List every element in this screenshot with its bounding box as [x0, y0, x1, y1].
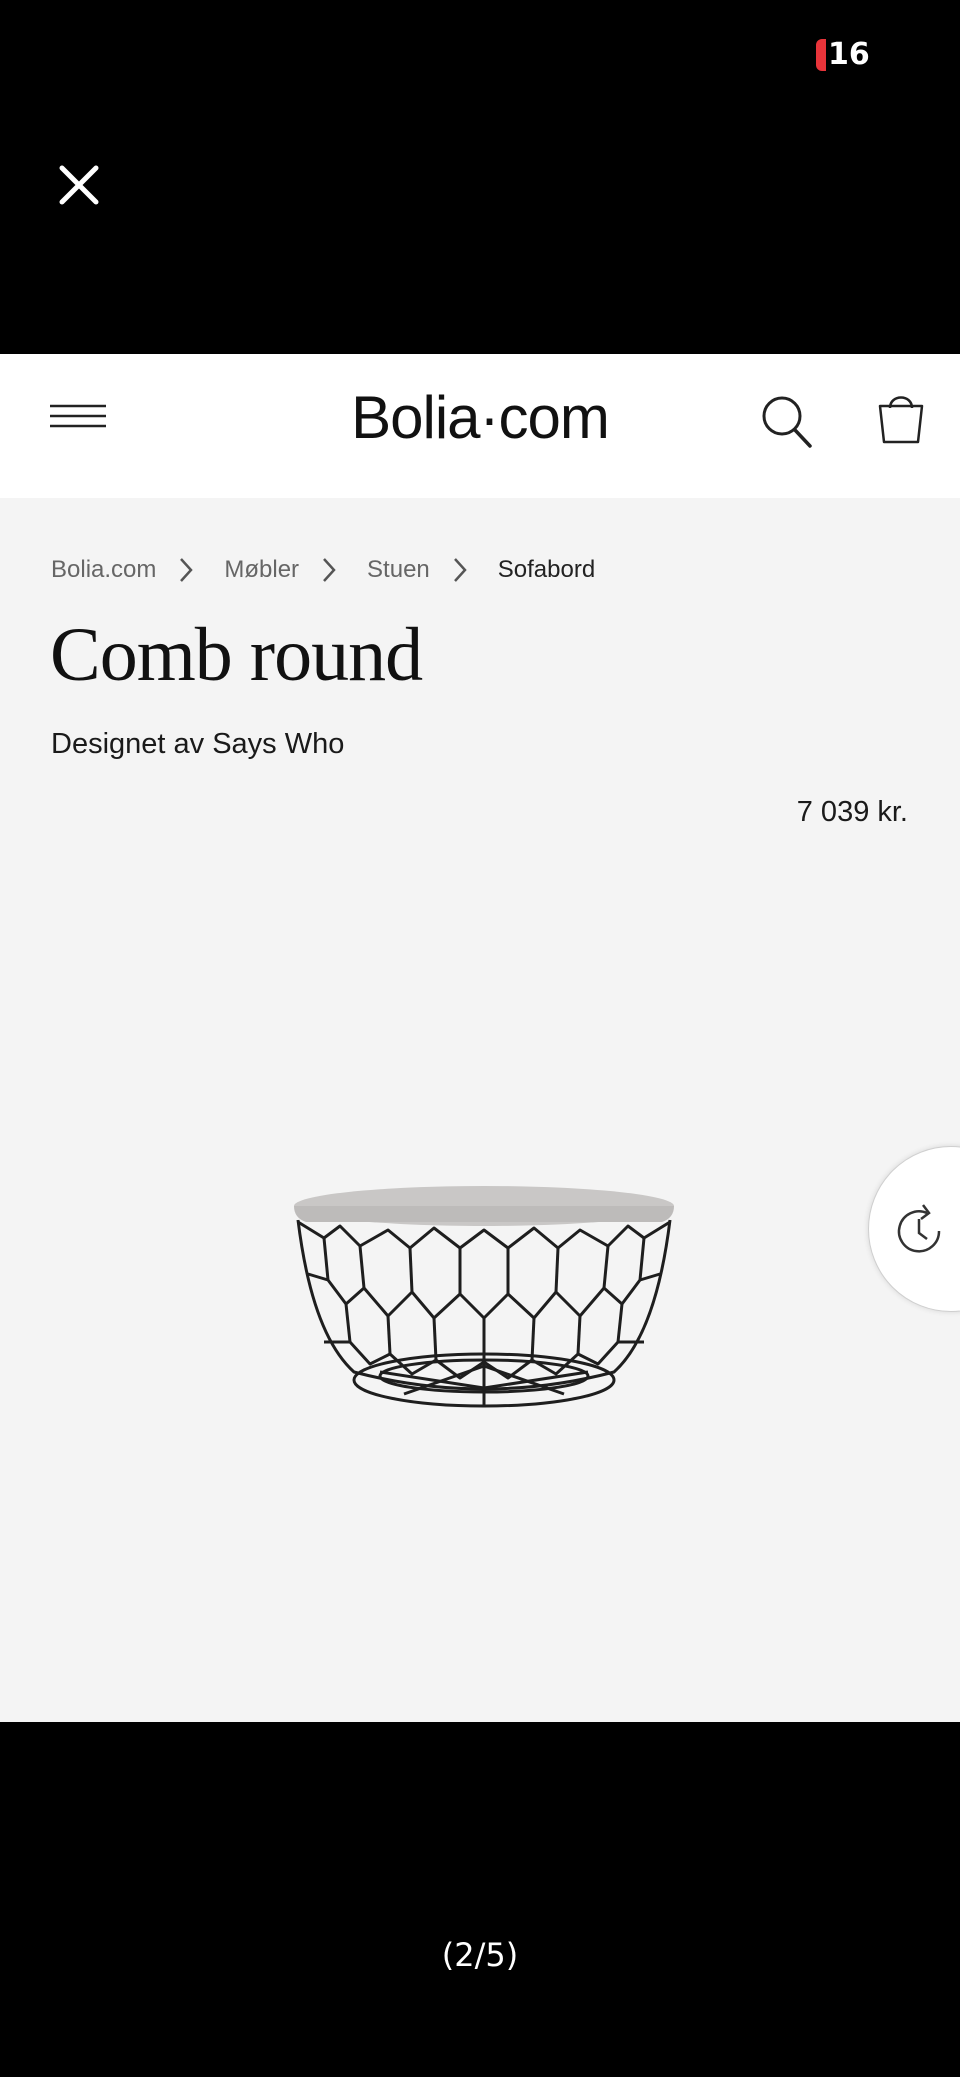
shopping-bag-icon	[878, 396, 924, 444]
battery-indicator: 16	[816, 38, 872, 72]
site-header: Bolia·com	[0, 354, 960, 498]
breadcrumb-item-mobler[interactable]: Møbler	[224, 556, 299, 584]
battery-level-bar	[816, 39, 826, 71]
close-button[interactable]	[56, 162, 102, 208]
close-icon	[59, 165, 99, 205]
breadcrumb-item-home[interactable]: Bolia.com	[51, 556, 156, 584]
product-price: 7 039 kr.	[796, 796, 908, 828]
breadcrumb: Bolia.com Møbler Stuen Sofabord	[51, 550, 595, 590]
battery-level-text: 16	[828, 37, 870, 72]
shopping-bag-button[interactable]	[876, 388, 926, 446]
page-indicator: (2/5)	[441, 1936, 519, 1974]
site-logo[interactable]: Bolia·com	[320, 378, 640, 458]
breadcrumb-item-stuen[interactable]: Stuen	[367, 556, 430, 584]
website-screenshot: Bolia·com Bolia.com Møbler Stuen Sofabor	[0, 354, 960, 1722]
chevron-right-icon	[323, 558, 336, 582]
hamburger-menu-icon	[50, 404, 106, 428]
coffee-table-image[interactable]	[284, 1184, 684, 1424]
product-designer: Designet av Says Who	[51, 728, 345, 760]
search-button[interactable]	[760, 392, 814, 450]
history-button[interactable]	[868, 1146, 960, 1312]
chevron-right-icon	[180, 558, 194, 582]
search-icon	[762, 396, 812, 448]
history-icon	[897, 1204, 941, 1253]
menu-button[interactable]	[48, 398, 108, 446]
chevron-right-icon	[453, 558, 467, 582]
breadcrumb-item-sofabord: Sofabord	[497, 556, 596, 583]
product-title: Comb round	[50, 613, 423, 697]
